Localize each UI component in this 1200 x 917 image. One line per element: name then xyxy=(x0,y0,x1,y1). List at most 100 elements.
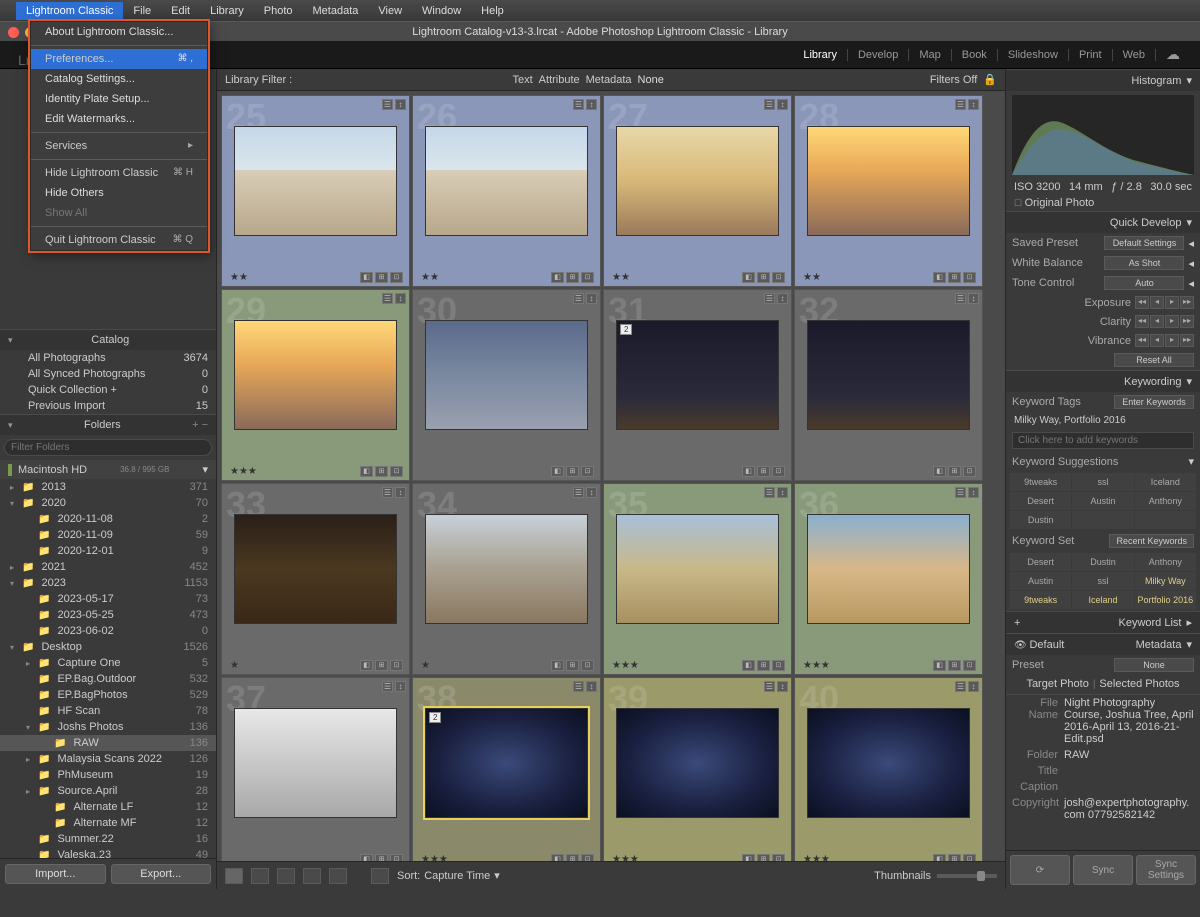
keyword-add-input[interactable] xyxy=(1012,432,1194,449)
menu-window[interactable]: Window xyxy=(412,2,471,20)
compare-view-icon[interactable] xyxy=(277,868,295,884)
module-develop[interactable]: Develop xyxy=(848,49,909,61)
menu-identity-plate[interactable]: Identity Plate Setup... xyxy=(31,89,207,109)
thumbnail-cell[interactable]: 40 ☰↕ ★★★ ◧⊞⊡ xyxy=(794,677,983,861)
thumbnail-cell[interactable]: 35 ☰↕ ★★★ ◧⊞⊡ xyxy=(603,483,792,675)
menu-help[interactable]: Help xyxy=(471,2,514,20)
folder-row[interactable]: 📁2020-11-082 xyxy=(0,511,216,527)
folder-row[interactable]: 📁2020-12-019 xyxy=(0,543,216,559)
menu-view[interactable]: View xyxy=(368,2,412,20)
module-slideshow[interactable]: Slideshow xyxy=(998,49,1069,61)
folders-panel-header[interactable]: ▾Folders+ − xyxy=(0,414,216,435)
kw-mode-select[interactable]: Enter Keywords xyxy=(1114,395,1194,409)
thumbnail-cell[interactable]: 30 ☰↕ ◧⊞⊡ xyxy=(412,289,601,481)
folder-row[interactable]: ▸📁Capture One5 xyxy=(0,655,216,671)
folder-row[interactable]: ▾📁Desktop1526 xyxy=(0,639,216,655)
qd-auto-tone[interactable]: Auto xyxy=(1104,276,1184,290)
filter-lock-icon[interactable]: 🔒 xyxy=(983,73,997,86)
thumbnail-size-slider[interactable] xyxy=(937,874,997,878)
painter-icon[interactable] xyxy=(371,868,389,884)
menu-about[interactable]: About Lightroom Classic... xyxy=(31,22,207,42)
keyword-set-item[interactable]: Austin xyxy=(1010,572,1071,590)
catalog-row[interactable]: Previous Import15 xyxy=(0,398,216,414)
folder-row[interactable]: 📁2023-06-020 xyxy=(0,623,216,639)
metadata-preset-select[interactable]: None xyxy=(1114,658,1194,672)
folder-row[interactable]: ▾📁202070 xyxy=(0,495,216,511)
catalog-panel-header[interactable]: ▾Catalog xyxy=(0,329,216,350)
sort-value[interactable]: Capture Time xyxy=(424,870,490,882)
export-button[interactable]: Export... xyxy=(111,864,212,884)
keyword-set-item[interactable]: Milky Way xyxy=(1135,572,1196,590)
folder-row[interactable]: 📁Summer.2216 xyxy=(0,831,216,847)
keyword-suggestion[interactable] xyxy=(1135,511,1196,529)
qd-reset-all[interactable]: Reset All xyxy=(1114,353,1194,367)
keyword-set-item[interactable]: Dustin xyxy=(1072,553,1133,571)
survey-view-icon[interactable] xyxy=(303,868,321,884)
menu-quit[interactable]: Quit Lightroom Classic⌘ Q xyxy=(31,230,207,250)
thumbnail-cell[interactable]: 38 ☰↕ 2 ★★★ ◧⊞⊡ xyxy=(412,677,601,861)
folder-row[interactable]: 📁RAW136 xyxy=(0,735,216,751)
close-window-icon[interactable] xyxy=(8,27,19,38)
keyword-suggestion[interactable]: Dustin xyxy=(1010,511,1071,529)
folder-row[interactable]: 📁Alternate LF12 xyxy=(0,799,216,815)
folder-row[interactable]: ▾📁20231153 xyxy=(0,575,216,591)
folder-row[interactable]: 📁2023-05-25473 xyxy=(0,607,216,623)
thumbnail-cell[interactable]: 34 ☰↕ ★ ◧⊞⊡ xyxy=(412,483,601,675)
menu-library[interactable]: Library xyxy=(200,2,254,20)
folder-filter-input[interactable] xyxy=(4,439,212,456)
folder-row[interactable]: 📁EP.Bag.Outdoor532 xyxy=(0,671,216,687)
metadata-row[interactable]: Title xyxy=(1006,763,1200,779)
catalog-row[interactable]: All Synced Photographs0 xyxy=(0,366,216,382)
menu-catalog-settings[interactable]: Catalog Settings... xyxy=(31,69,207,89)
folder-row[interactable]: 📁2020-11-0959 xyxy=(0,527,216,543)
menu-services[interactable]: Services▸ xyxy=(31,136,207,156)
thumbnail-cell[interactable]: 26 ☰↕ ★★ ◧⊞⊡ xyxy=(412,95,601,287)
module-print[interactable]: Print xyxy=(1069,49,1113,61)
keyword-suggestion[interactable]: Austin xyxy=(1072,492,1133,510)
thumbnail-cell[interactable]: 29 ☰↕ ★★★ ◧⊞⊡ xyxy=(221,289,410,481)
keyword-set-item[interactable]: Iceland xyxy=(1072,591,1133,609)
keywording-header[interactable]: Keywording▾ xyxy=(1006,370,1200,392)
folder-row[interactable]: 📁HF Scan78 xyxy=(0,703,216,719)
module-web[interactable]: Web xyxy=(1113,49,1156,61)
volume-row[interactable]: Macintosh HD 36.8 / 995 GB ▾ xyxy=(0,460,216,479)
thumbnail-cell[interactable]: 39 ☰↕ ★★★ ◧⊞⊡ xyxy=(603,677,792,861)
module-library[interactable]: Library xyxy=(793,49,848,61)
menu-file[interactable]: File xyxy=(123,2,161,20)
metadata-header[interactable]: 👁 DefaultMetadata▾ xyxy=(1006,633,1200,655)
histogram-header[interactable]: Histogram▾ xyxy=(1006,69,1200,91)
menu-metadata[interactable]: Metadata xyxy=(303,2,369,20)
thumbnail-cell[interactable]: 32 ☰↕ ◧⊞⊡ xyxy=(794,289,983,481)
sync-settings-button[interactable]: Sync Settings xyxy=(1136,855,1196,885)
metadata-row[interactable]: FolderRAW xyxy=(1006,747,1200,763)
catalog-row[interactable]: All Photographs3674 xyxy=(0,350,216,366)
thumbnail-cell[interactable]: 33 ☰↕ ★ ◧⊞⊡ xyxy=(221,483,410,675)
keyword-set-item[interactable]: Anthony xyxy=(1135,553,1196,571)
sync-toggle-icon[interactable]: ⟳ xyxy=(1010,855,1070,885)
keyword-suggestion[interactable]: 9tweaks xyxy=(1010,473,1071,491)
sync-button[interactable]: Sync xyxy=(1073,855,1133,885)
thumbnail-cell[interactable]: 25 ☰↕ ★★ ◧⊞⊡ xyxy=(221,95,410,287)
thumbnail-cell[interactable]: 31 ☰↕ 2 ◧⊞⊡ xyxy=(603,289,792,481)
qd-vibrance-steppers[interactable]: ◂◂◂▸▸▸ xyxy=(1135,334,1194,347)
qd-wb-select[interactable]: As Shot xyxy=(1104,256,1184,270)
catalog-row[interactable]: Quick Collection +0 xyxy=(0,382,216,398)
keyword-set-item[interactable]: Desert xyxy=(1010,553,1071,571)
module-book[interactable]: Book xyxy=(952,49,998,61)
import-button[interactable]: Import... xyxy=(5,864,106,884)
folder-row[interactable]: 📁EP.BagPhotos529 xyxy=(0,687,216,703)
filter-attribute[interactable]: Attribute xyxy=(539,74,580,86)
module-map[interactable]: Map xyxy=(909,49,951,61)
keyword-set-select[interactable]: Recent Keywords xyxy=(1109,534,1194,548)
folder-row[interactable]: ▸📁2013371 xyxy=(0,479,216,495)
filter-none[interactable]: None xyxy=(638,74,664,86)
filters-off[interactable]: Filters Off xyxy=(930,74,977,86)
sort-dir-icon[interactable]: ▾ xyxy=(494,869,500,882)
people-view-icon[interactable] xyxy=(329,868,347,884)
loupe-view-icon[interactable] xyxy=(251,868,269,884)
keyword-tags-text[interactable]: Milky Way, Portfolio 2016 xyxy=(1006,412,1200,429)
folder-row[interactable]: ▸📁Malaysia Scans 2022126 xyxy=(0,751,216,767)
thumbnail-cell[interactable]: 28 ☰↕ ★★ ◧⊞⊡ xyxy=(794,95,983,287)
target-photo-tab[interactable]: Target Photo xyxy=(1026,678,1088,690)
menu-preferences[interactable]: Preferences...⌘ , xyxy=(31,49,207,69)
